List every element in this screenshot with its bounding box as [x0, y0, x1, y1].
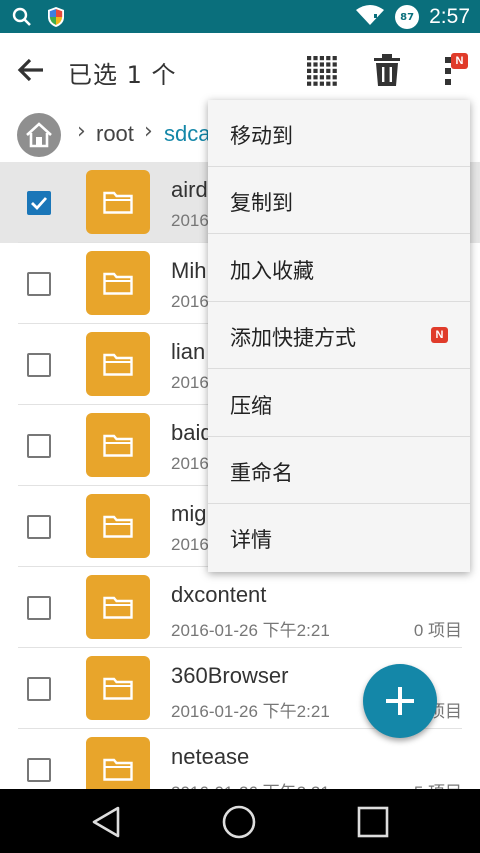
file-date: 2016 [171, 373, 209, 392]
file-date: 2016 [171, 211, 209, 230]
checkbox[interactable] [27, 191, 51, 215]
recents-nav-icon[interactable] [356, 805, 390, 839]
menu-item[interactable]: 加入收藏 [208, 235, 470, 302]
menu-item[interactable]: 重命名 [208, 437, 470, 504]
checkbox[interactable] [27, 677, 51, 701]
shield-icon [46, 6, 66, 32]
file-name: lian [171, 339, 206, 364]
check-icon [31, 197, 48, 211]
more-icon[interactable]: N [436, 53, 468, 89]
folder-icon [86, 251, 150, 315]
folder-icon [86, 656, 150, 720]
clock: 2:57 [429, 5, 470, 28]
chevron-right-icon: › [77, 119, 86, 144]
folder-icon [86, 494, 150, 558]
folder-icon [86, 575, 150, 639]
context-menu: 移动到复制到加入收藏添加快捷方式 N 压缩重命名详情 [208, 100, 470, 572]
menu-item[interactable]: 添加快捷方式 N [208, 302, 470, 370]
folder-icon [86, 170, 150, 234]
back-nav-icon[interactable] [89, 805, 123, 839]
menu-item-label: 详情 [230, 528, 272, 553]
selection-title: 已选 1 个 [68, 61, 177, 89]
checkbox[interactable] [27, 758, 51, 782]
folder-icon [86, 413, 150, 477]
file-date: 2016 [171, 454, 209, 473]
file-date: 2016 [171, 535, 209, 554]
file-name: netease [171, 744, 250, 769]
menu-item-label: 重命名 [230, 461, 293, 485]
menu-item-label: 压缩 [230, 393, 272, 418]
file-name: 360Browser [171, 663, 289, 688]
status-bar: 87 2:57 [0, 0, 480, 33]
plus-icon [386, 687, 414, 715]
file-row[interactable]: dxcontent 2016-01-26 下午2:21 0 项目 [0, 567, 480, 648]
file-date: 2016-01-26 下午2:21 [171, 621, 330, 640]
breadcrumb-item-sdcard[interactable]: sdca [164, 121, 210, 147]
new-badge: N [431, 327, 448, 344]
breadcrumb-item-root[interactable]: root [96, 121, 134, 147]
menu-item-label: 复制到 [230, 191, 293, 216]
battery-icon: 87 [395, 5, 420, 29]
file-date: 2016 [171, 292, 209, 311]
action-toolbar: 已选 1 个 N [0, 33, 480, 107]
checkbox[interactable] [27, 434, 51, 458]
checkbox[interactable] [27, 272, 51, 296]
select-all-icon[interactable] [306, 55, 338, 87]
home-nav-icon[interactable] [222, 805, 256, 839]
checkbox[interactable] [27, 596, 51, 620]
navigation-bar [0, 789, 480, 853]
menu-item[interactable]: 复制到 [208, 167, 470, 235]
chevron-right-icon: › [144, 119, 153, 144]
file-name: aird [171, 177, 208, 202]
back-arrow-icon[interactable] [16, 55, 46, 85]
file-name: mig [171, 501, 207, 526]
checkbox[interactable] [27, 515, 51, 539]
menu-item-label: 添加快捷方式 [230, 326, 356, 351]
file-name: dxcontent [171, 582, 267, 607]
menu-item[interactable]: 详情 [208, 504, 470, 571]
search-icon [12, 7, 32, 31]
new-badge: N [451, 53, 468, 69]
file-name: Mih [171, 258, 207, 283]
file-date: 2016-01-26 下午2:21 [171, 702, 330, 721]
menu-item[interactable]: 压缩 [208, 370, 470, 437]
file-name: baid [171, 420, 213, 445]
home-icon[interactable] [17, 113, 61, 157]
folder-icon [86, 332, 150, 396]
add-button[interactable] [363, 664, 437, 738]
menu-item-label: 移动到 [230, 124, 293, 148]
checkbox[interactable] [27, 353, 51, 377]
menu-item[interactable]: 移动到 [208, 100, 470, 167]
wifi-icon [355, 4, 385, 30]
trash-icon[interactable] [372, 53, 402, 87]
menu-item-label: 加入收藏 [230, 258, 314, 283]
file-item-count: 0 项目 [413, 621, 462, 640]
